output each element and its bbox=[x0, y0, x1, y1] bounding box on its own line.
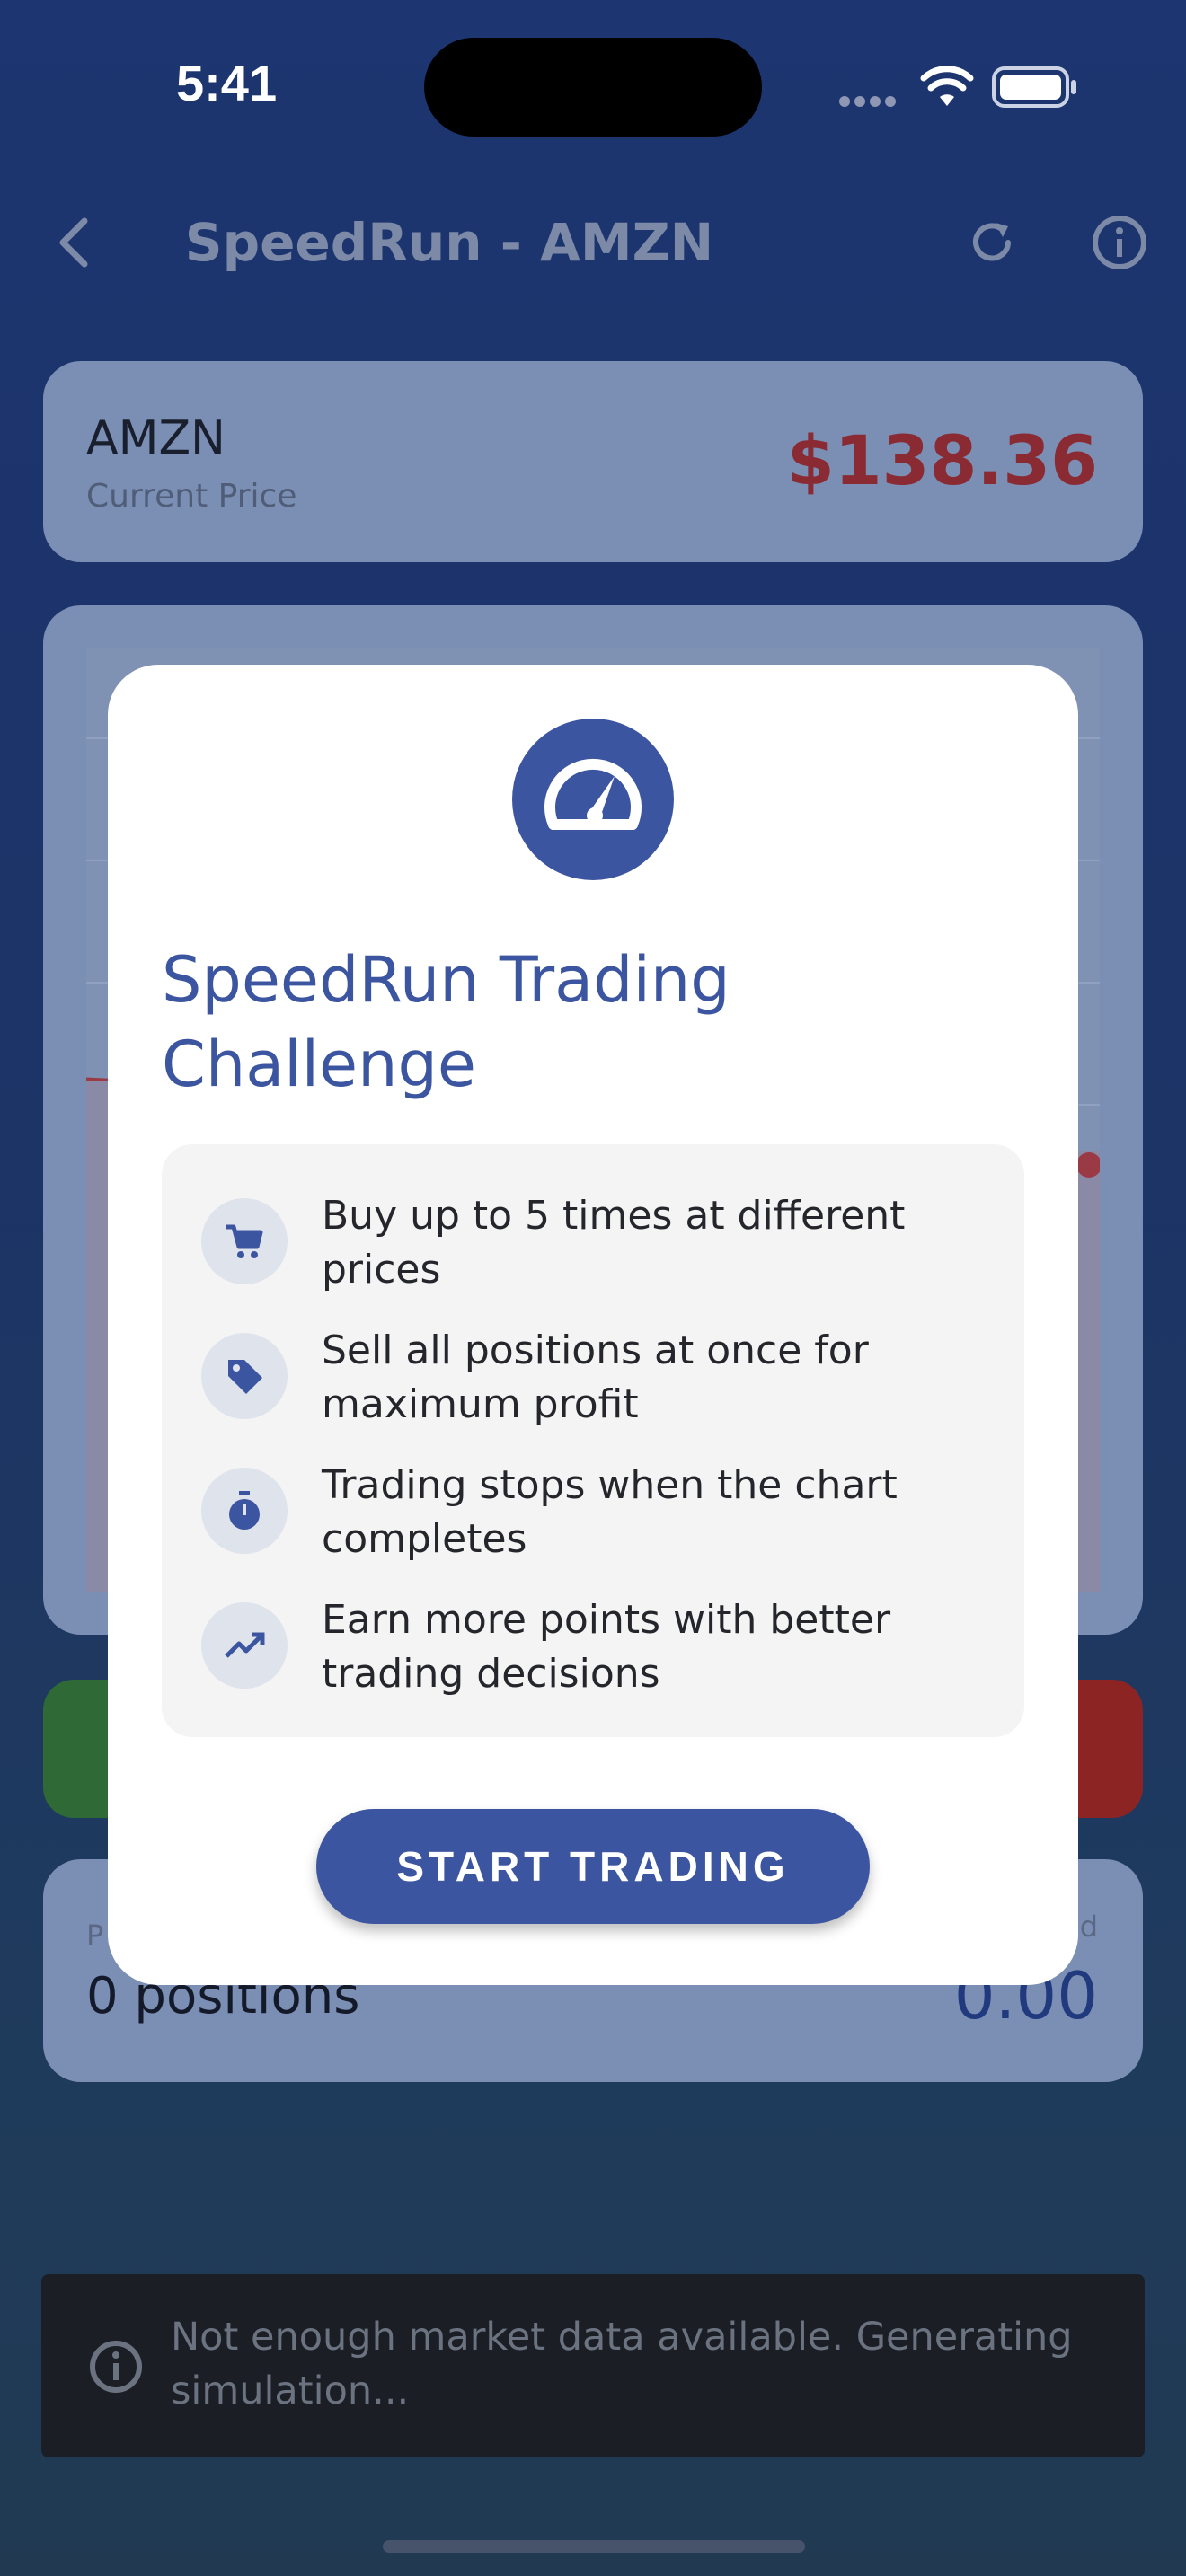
feature-text: Earn more points with better trading dec… bbox=[322, 1597, 891, 1697]
trending-up-icon bbox=[201, 1602, 288, 1689]
snackbar-message: Not enough market data available. Genera… bbox=[171, 2315, 1073, 2413]
page-title: SpeedRun - AMZN bbox=[184, 212, 714, 273]
tag-icon bbox=[201, 1333, 288, 1419]
feature-text: Trading stops when the chart completes bbox=[322, 1462, 898, 1562]
status-time: 5:41 bbox=[176, 55, 278, 111]
home-indicator[interactable] bbox=[383, 2540, 805, 2553]
refresh-icon[interactable] bbox=[967, 217, 1017, 268]
positions-label: P bbox=[86, 1919, 104, 1953]
ticker-symbol: AMZN bbox=[86, 411, 226, 465]
stopwatch-icon bbox=[201, 1468, 288, 1554]
current-price-label: Current Price bbox=[86, 478, 297, 515]
dynamic-island bbox=[424, 38, 762, 137]
dialog-title: SpeedRun Trading Challenge bbox=[162, 943, 730, 1101]
speedometer-icon bbox=[512, 719, 674, 880]
value-label: d bbox=[1079, 1910, 1098, 1944]
battery-icon bbox=[992, 66, 1078, 111]
info-icon[interactable] bbox=[1091, 214, 1148, 271]
feature-text: Sell all positions at once for maximum p… bbox=[322, 1328, 869, 1427]
cart-icon bbox=[201, 1198, 288, 1284]
feature-text: Buy up to 5 times at different prices bbox=[322, 1193, 906, 1292]
current-price: $138.36 bbox=[786, 420, 1098, 500]
signal-dots-icon bbox=[839, 93, 902, 107]
info-icon bbox=[88, 2339, 144, 2398]
feature-list: Buy up to 5 times at different prices Se… bbox=[162, 1144, 1024, 1737]
start-trading-button[interactable]: START TRADING bbox=[316, 1809, 870, 1924]
wifi-icon bbox=[920, 66, 974, 111]
